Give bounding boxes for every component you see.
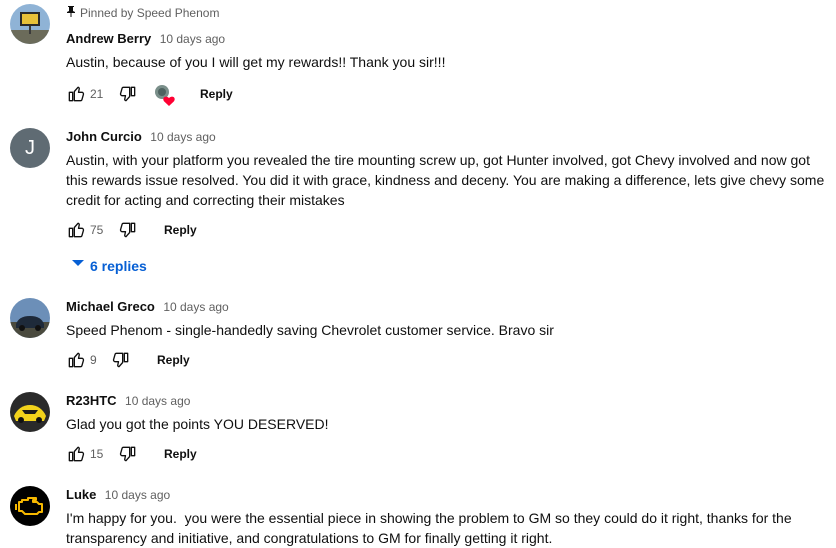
comment-author[interactable]: Luke	[66, 487, 96, 502]
check-engine-icon	[10, 486, 50, 526]
comment-timestamp[interactable]: 10 days ago	[125, 394, 190, 408]
like-button[interactable]	[66, 442, 86, 466]
reply-button[interactable]: Reply	[164, 442, 197, 466]
comment-timestamp[interactable]: 10 days ago	[163, 300, 228, 314]
reply-button[interactable]: Reply	[164, 218, 197, 242]
caret-down-icon	[66, 252, 90, 283]
pinned-label: Pinned by Speed Phenom	[66, 5, 219, 21]
thumbs-up-icon	[66, 84, 86, 104]
comment-author[interactable]: Andrew Berry	[66, 31, 151, 46]
comment-author[interactable]: Michael Greco	[66, 299, 155, 314]
thumbs-down-icon	[111, 350, 131, 370]
comment-text: Austin, with your platform you revealed …	[66, 152, 825, 208]
comment-text: Austin, because of you I will get my rew…	[66, 54, 446, 70]
view-replies-button[interactable]: 6 replies	[66, 252, 147, 276]
thumbs-down-icon	[118, 220, 138, 240]
like-count: 15	[90, 447, 104, 461]
thumbs-up-icon	[66, 444, 86, 464]
like-button[interactable]	[66, 348, 86, 372]
comment-header: Andrew Berry 10 days ago	[66, 30, 225, 48]
pin-icon	[66, 5, 76, 21]
thumbs-down-icon	[118, 84, 138, 104]
comment-author[interactable]: R23HTC	[66, 393, 117, 408]
like-count: 9	[90, 353, 97, 367]
comment-author[interactable]: John Curcio	[66, 129, 142, 144]
comment-text: Glad you got the points YOU DESERVED!	[66, 416, 329, 432]
thumbs-down-icon	[118, 444, 138, 464]
avatar[interactable]	[10, 486, 50, 526]
comment-timestamp[interactable]: 10 days ago	[160, 32, 225, 46]
reply-button[interactable]: Reply	[157, 348, 190, 372]
comment-header: Luke 10 days ago	[66, 486, 170, 504]
comment-header: John Curcio 10 days ago	[66, 128, 216, 146]
dislike-button[interactable]	[118, 82, 138, 106]
dislike-button[interactable]	[118, 218, 138, 242]
like-count: 21	[90, 87, 104, 101]
comment-timestamp[interactable]: 10 days ago	[105, 488, 170, 502]
like-count: 75	[90, 223, 104, 237]
pinned-text: Pinned by Speed Phenom	[80, 6, 220, 20]
thumbs-up-icon	[66, 350, 86, 370]
avatar[interactable]	[10, 392, 50, 432]
avatar[interactable]	[10, 4, 50, 44]
like-button[interactable]	[66, 218, 86, 242]
avatar-letter: J	[25, 137, 35, 159]
comment-text: I'm happy for you. you were the essentia…	[66, 510, 796, 546]
comment-header: R23HTC 10 days ago	[66, 392, 190, 410]
creator-heart-badge	[152, 82, 176, 106]
avatar[interactable]: J	[10, 128, 50, 168]
dislike-button[interactable]	[118, 442, 138, 466]
avatar[interactable]	[10, 298, 50, 338]
replies-count-label: 6 replies	[90, 258, 147, 275]
comment-text: Speed Phenom - single-handedly saving Ch…	[66, 322, 554, 338]
comment-timestamp[interactable]: 10 days ago	[150, 130, 215, 144]
thumbs-up-icon	[66, 220, 86, 240]
comment-header: Michael Greco 10 days ago	[66, 298, 229, 316]
reply-button[interactable]: Reply	[200, 82, 233, 106]
like-button[interactable]	[66, 82, 86, 106]
dislike-button[interactable]	[111, 348, 131, 372]
